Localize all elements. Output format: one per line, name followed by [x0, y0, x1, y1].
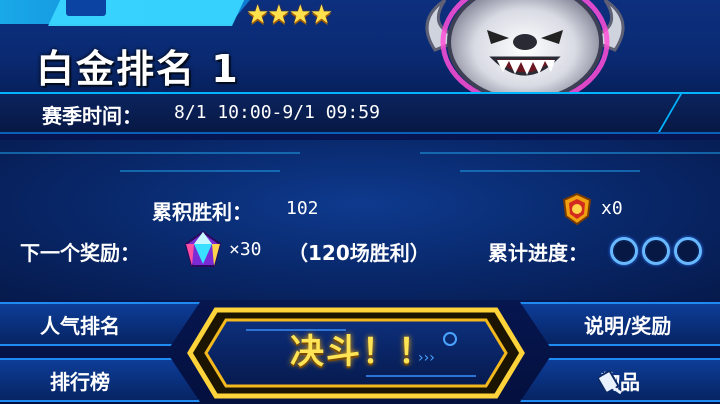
rules-rewards-label: 说明/奖励 — [584, 313, 672, 338]
season-label: 赛季时间： — [42, 104, 142, 128]
rank-logo-fragment — [48, 0, 248, 26]
rank-title: 白金排名 1 — [36, 47, 240, 91]
rank-banner: ★★★★ 白金排名 1 — [0, 0, 720, 107]
popularity-ranking-button[interactable]: 人气排名 — [0, 302, 200, 346]
progress-ring — [610, 237, 638, 265]
leaderboard-button[interactable]: 排行榜 — [0, 358, 200, 402]
bottom-menu: 人气排名 排行榜 ››› 决斗！！ 说明/奖励 物品 — [0, 298, 720, 404]
wins-label: 累积胜利： — [152, 200, 252, 224]
circuit-line — [0, 152, 300, 154]
circuit-line — [120, 170, 280, 172]
gem-icon — [184, 230, 222, 267]
duel-lobby-screen: ★★★★ 白金排名 1 赛季时间： 8/1 10:00-9/1 09:59 累积… — [0, 0, 720, 404]
stats-panel: 累积胜利： 102 x0 下一个奖励： ×30 （120场胜利） 累计进度： — [0, 140, 720, 300]
season-bar: 赛季时间： 8/1 10:00-9/1 09:59 — [0, 92, 720, 134]
progress-rings — [610, 237, 702, 265]
medal-count: x0 — [601, 198, 623, 219]
circuit-line — [460, 170, 640, 172]
items-button[interactable]: 物品 — [520, 358, 720, 402]
item-scroll-icon — [598, 370, 622, 395]
rank-stars: ★★★★ — [246, 0, 333, 30]
next-reward-label: 下一个奖励： — [20, 241, 140, 265]
rules-rewards-button[interactable]: 说明/奖励 — [520, 302, 720, 346]
season-range: 8/1 10:00-9/1 09:59 — [174, 102, 380, 123]
progress-ring — [674, 237, 702, 265]
reward-quantity: ×30 — [229, 239, 262, 260]
wins-value: 102 — [286, 198, 319, 219]
reward-condition: （120场胜利） — [288, 241, 430, 265]
leaderboard-label: 排行榜 — [50, 369, 110, 394]
circuit-line — [420, 152, 720, 154]
progress-label: 累计进度： — [488, 241, 588, 265]
popularity-ranking-label: 人气排名 — [40, 313, 120, 338]
progress-ring — [642, 237, 670, 265]
medal-icon — [562, 192, 592, 226]
duel-label: 决斗！！ — [290, 332, 434, 372]
